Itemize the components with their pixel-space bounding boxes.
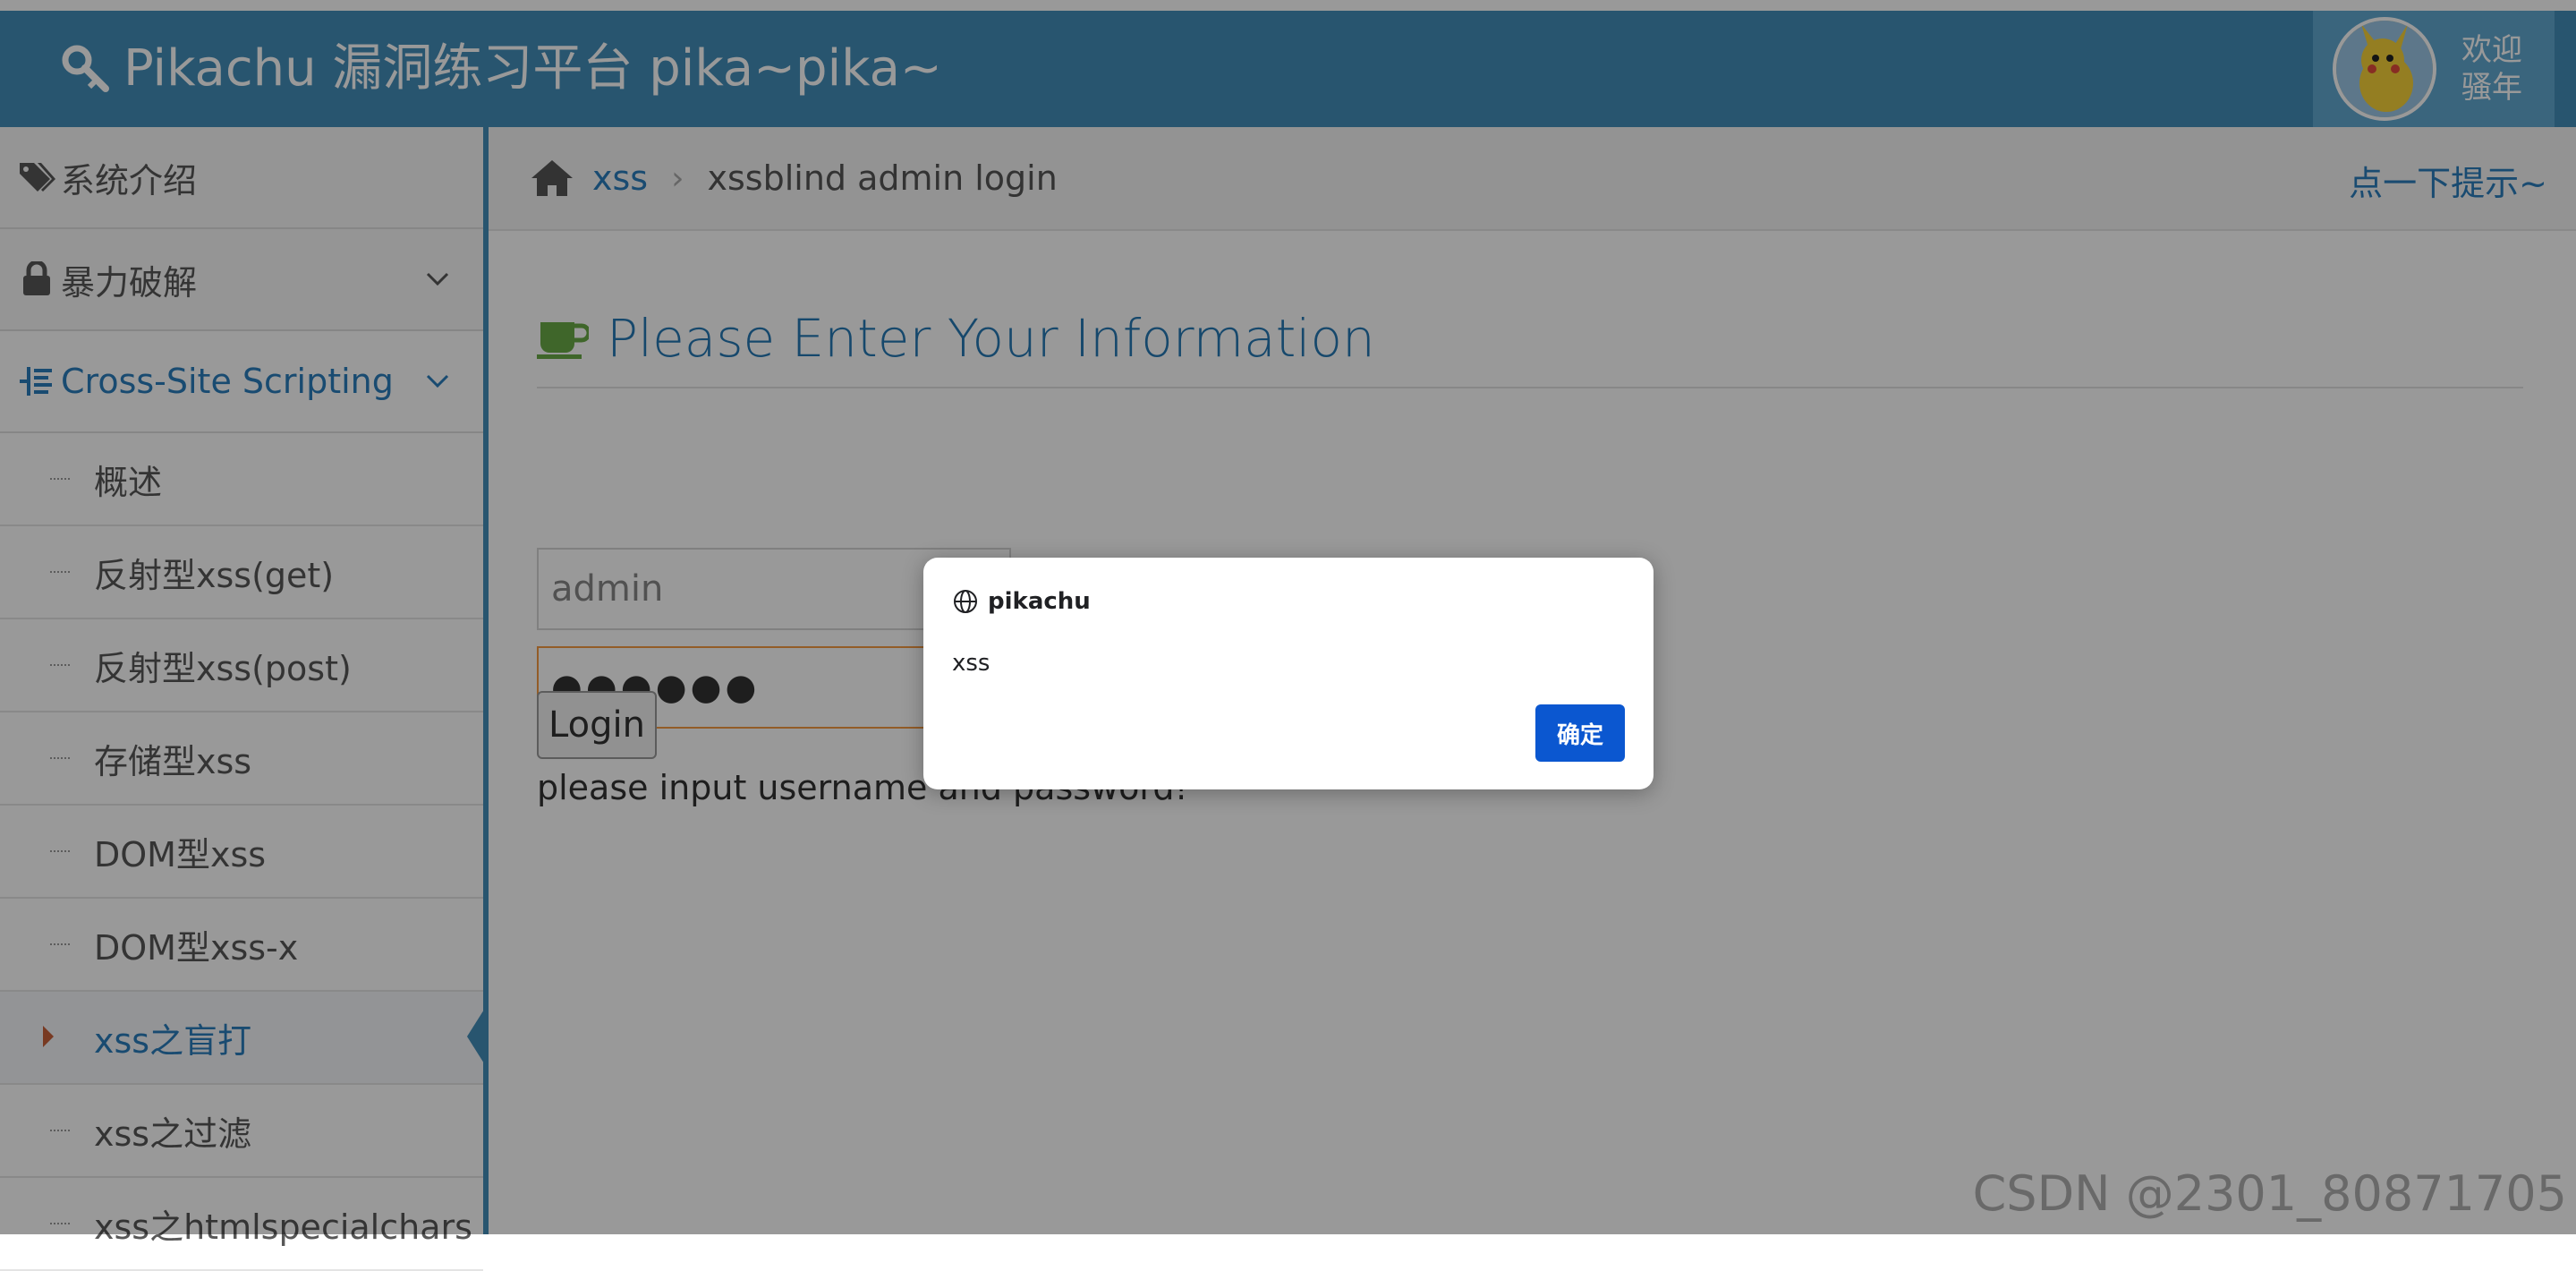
dialog-header: pikachu	[952, 588, 1091, 615]
globe-icon	[954, 590, 977, 613]
dialog-message: xss	[952, 650, 990, 677]
dialog-origin: pikachu	[988, 588, 1091, 615]
ok-button[interactable]: 确定	[1535, 704, 1625, 762]
alert-dialog: pikachu xss 确定	[923, 558, 1654, 789]
